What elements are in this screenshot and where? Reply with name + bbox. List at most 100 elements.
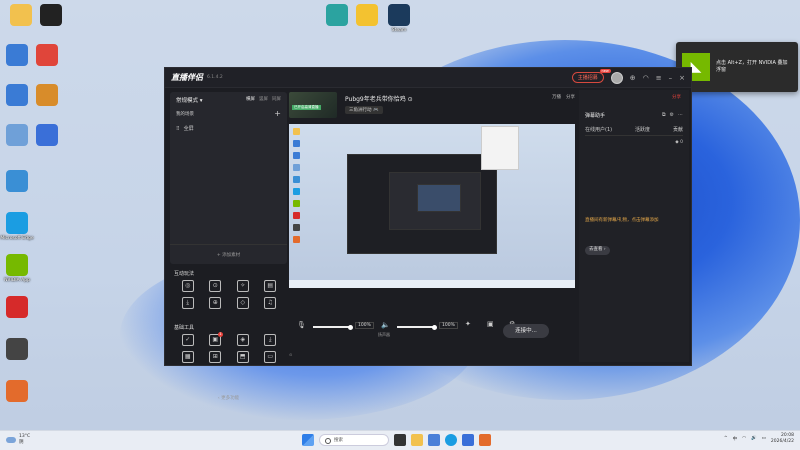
desktop-icon[interactable] <box>0 170 34 194</box>
scene-item[interactable]: ⠿ 全屏 <box>176 125 194 133</box>
tool-button[interactable]: ♫ <box>257 297 285 310</box>
clock[interactable]: 20:08 2026/4/22 <box>771 433 794 445</box>
tool-icon: ⊕ <box>209 297 222 309</box>
live-companion-window: 直播伴侣 6.1.4.2 主播招募 new ⊕ ◠ ≡ – × 常规模式 ▾ 横屏… <box>164 67 692 401</box>
headset-icon[interactable]: ◠ <box>643 74 649 82</box>
desktop-icon[interactable] <box>4 4 38 28</box>
more-features-button[interactable]: ‹ 更多功能 <box>170 395 287 401</box>
add-source-button[interactable]: + 添加素材 <box>170 252 287 258</box>
more-icon[interactable]: ⋯ <box>678 112 683 118</box>
desktop-icon-label: Microsoft Edge <box>0 236 34 241</box>
search-box[interactable]: 搜索 <box>319 434 389 446</box>
mic-icon[interactable]: 🎙 <box>297 321 306 329</box>
tool-button[interactable]: ⤓ <box>257 334 285 347</box>
preview-icon <box>293 200 300 207</box>
chevron-up-icon[interactable]: ^ <box>724 436 728 441</box>
avatar[interactable] <box>610 71 623 84</box>
desktop-icon[interactable] <box>34 4 68 28</box>
preview-icon <box>293 140 300 147</box>
tab-activity[interactable]: 活跃度 <box>635 126 650 133</box>
tool-button[interactable]: ✓ <box>174 334 202 347</box>
explorer-icon[interactable] <box>411 434 423 446</box>
mic-volume-value[interactable]: 100% <box>355 322 374 329</box>
mode-select[interactable]: 常规模式 ▾ <box>176 96 203 104</box>
stat-item[interactable]: 万播 <box>552 94 561 100</box>
task-view-icon[interactable] <box>394 434 406 446</box>
room-cover[interactable]: 已开启高清直播 <box>289 92 337 118</box>
record-icon[interactable]: ▣ <box>487 320 494 328</box>
room-stats: 万播 分享 <box>552 94 575 100</box>
mic-volume-slider[interactable] <box>313 324 353 330</box>
divider <box>585 135 683 136</box>
speaker-volume-slider[interactable] <box>397 324 437 330</box>
app-icon <box>6 380 28 402</box>
edge-icon[interactable] <box>445 434 457 446</box>
battery-icon[interactable]: ▭ <box>762 436 766 441</box>
tool-button[interactable]: ⊕ <box>202 297 230 310</box>
tool-icon: ⤓ <box>264 334 277 346</box>
live-companion-icon[interactable] <box>479 434 491 446</box>
tool-button[interactable]: ◎ <box>174 280 202 293</box>
settings-icon[interactable]: ⚙ <box>670 112 674 118</box>
desktop-icon[interactable] <box>30 44 64 68</box>
notification-badge: 1 <box>218 332 223 337</box>
desktop-icon[interactable] <box>0 44 34 68</box>
speaker-volume-value[interactable]: 100% <box>439 322 458 329</box>
add-scene-icon[interactable]: + <box>274 109 281 118</box>
favorite-button[interactable]: 分享 <box>672 94 681 100</box>
tool-button[interactable]: ◇ <box>229 297 257 310</box>
desktop-icon[interactable] <box>30 124 64 148</box>
tab-landscape[interactable]: 横屏 <box>246 96 255 102</box>
tool-button[interactable]: ▤ <box>257 280 285 293</box>
recruit-button[interactable]: 主播招募 new <box>571 69 611 83</box>
slider-knob[interactable] <box>348 324 353 330</box>
effects-icon[interactable]: ✦ <box>465 320 471 328</box>
nvidia-toast[interactable]: ◣ 点击 Alt+Z，打开 NVIDIA 叠加浮窗 <box>676 42 798 92</box>
tab-contribution[interactable]: 贡献 <box>673 126 683 133</box>
slider-knob[interactable] <box>432 324 437 330</box>
tool-button[interactable]: ▣ 1 <box>202 332 230 347</box>
app-icon[interactable] <box>462 434 474 446</box>
desktop-icon[interactable] <box>350 4 384 28</box>
store-icon[interactable] <box>428 434 440 446</box>
volume-icon[interactable]: 🔊 <box>751 436 757 441</box>
tool-button[interactable]: ◈ <box>229 334 257 347</box>
weather-widget[interactable]: 13°C 阴 <box>6 434 30 445</box>
room-category[interactable]: 三角洲行动 🎮 <box>345 106 383 114</box>
desktop-icon[interactable] <box>30 84 64 108</box>
stat-item[interactable]: 分享 <box>566 94 575 100</box>
tab-portrait[interactable]: 竖屏 <box>259 96 268 102</box>
room-title[interactable]: Pubg9年老兵带你恰鸡 ⊙ <box>345 94 413 103</box>
tool-button[interactable]: ▦ <box>174 351 202 364</box>
tool-button[interactable]: ⤓ <box>174 297 202 310</box>
wifi-icon[interactable]: ◠ <box>742 436 746 441</box>
desktop-icon[interactable] <box>0 296 34 320</box>
gift-icon[interactable]: ⊕ <box>630 74 636 82</box>
desktop-icon[interactable]: NVIDIA App <box>0 254 34 283</box>
desktop-icon[interactable] <box>0 84 34 108</box>
desktop-icon[interactable] <box>0 338 34 362</box>
desktop-icon[interactable] <box>0 124 34 148</box>
popout-icon[interactable]: ⧉ <box>662 112 666 118</box>
desktop-icon[interactable] <box>0 380 34 404</box>
menu-icon[interactable]: ≡ <box>656 74 662 82</box>
tab-online-users[interactable]: 在线用户(1) <box>585 126 612 133</box>
status-warning[interactable]: ⊙ <box>289 352 292 357</box>
ime-indicator[interactable]: 中 <box>733 436 738 442</box>
tool-button[interactable]: ✧ <box>229 280 257 293</box>
speaker-icon[interactable]: 🔈 <box>381 321 390 329</box>
tool-button[interactable]: ▭ <box>257 351 285 364</box>
desktop-icon[interactable] <box>320 4 354 28</box>
tool-button[interactable]: ⊙ <box>202 280 230 293</box>
tab-same-screen[interactable]: 同屏 <box>272 96 281 102</box>
close-icon[interactable]: × <box>679 74 685 82</box>
desktop-icon[interactable]: Microsoft Edge <box>0 212 34 241</box>
minimize-icon[interactable]: – <box>669 74 673 82</box>
desktop-icon[interactable]: Steam <box>382 4 416 33</box>
tool-button[interactable]: ⬒ <box>229 351 257 364</box>
start-icon[interactable] <box>302 434 314 446</box>
stream-preview[interactable] <box>289 124 575 288</box>
view-button[interactable]: 去查看 › <box>585 246 610 255</box>
tool-button[interactable]: ⊞ <box>202 351 230 364</box>
go-live-button[interactable]: 连接中... <box>503 324 549 338</box>
